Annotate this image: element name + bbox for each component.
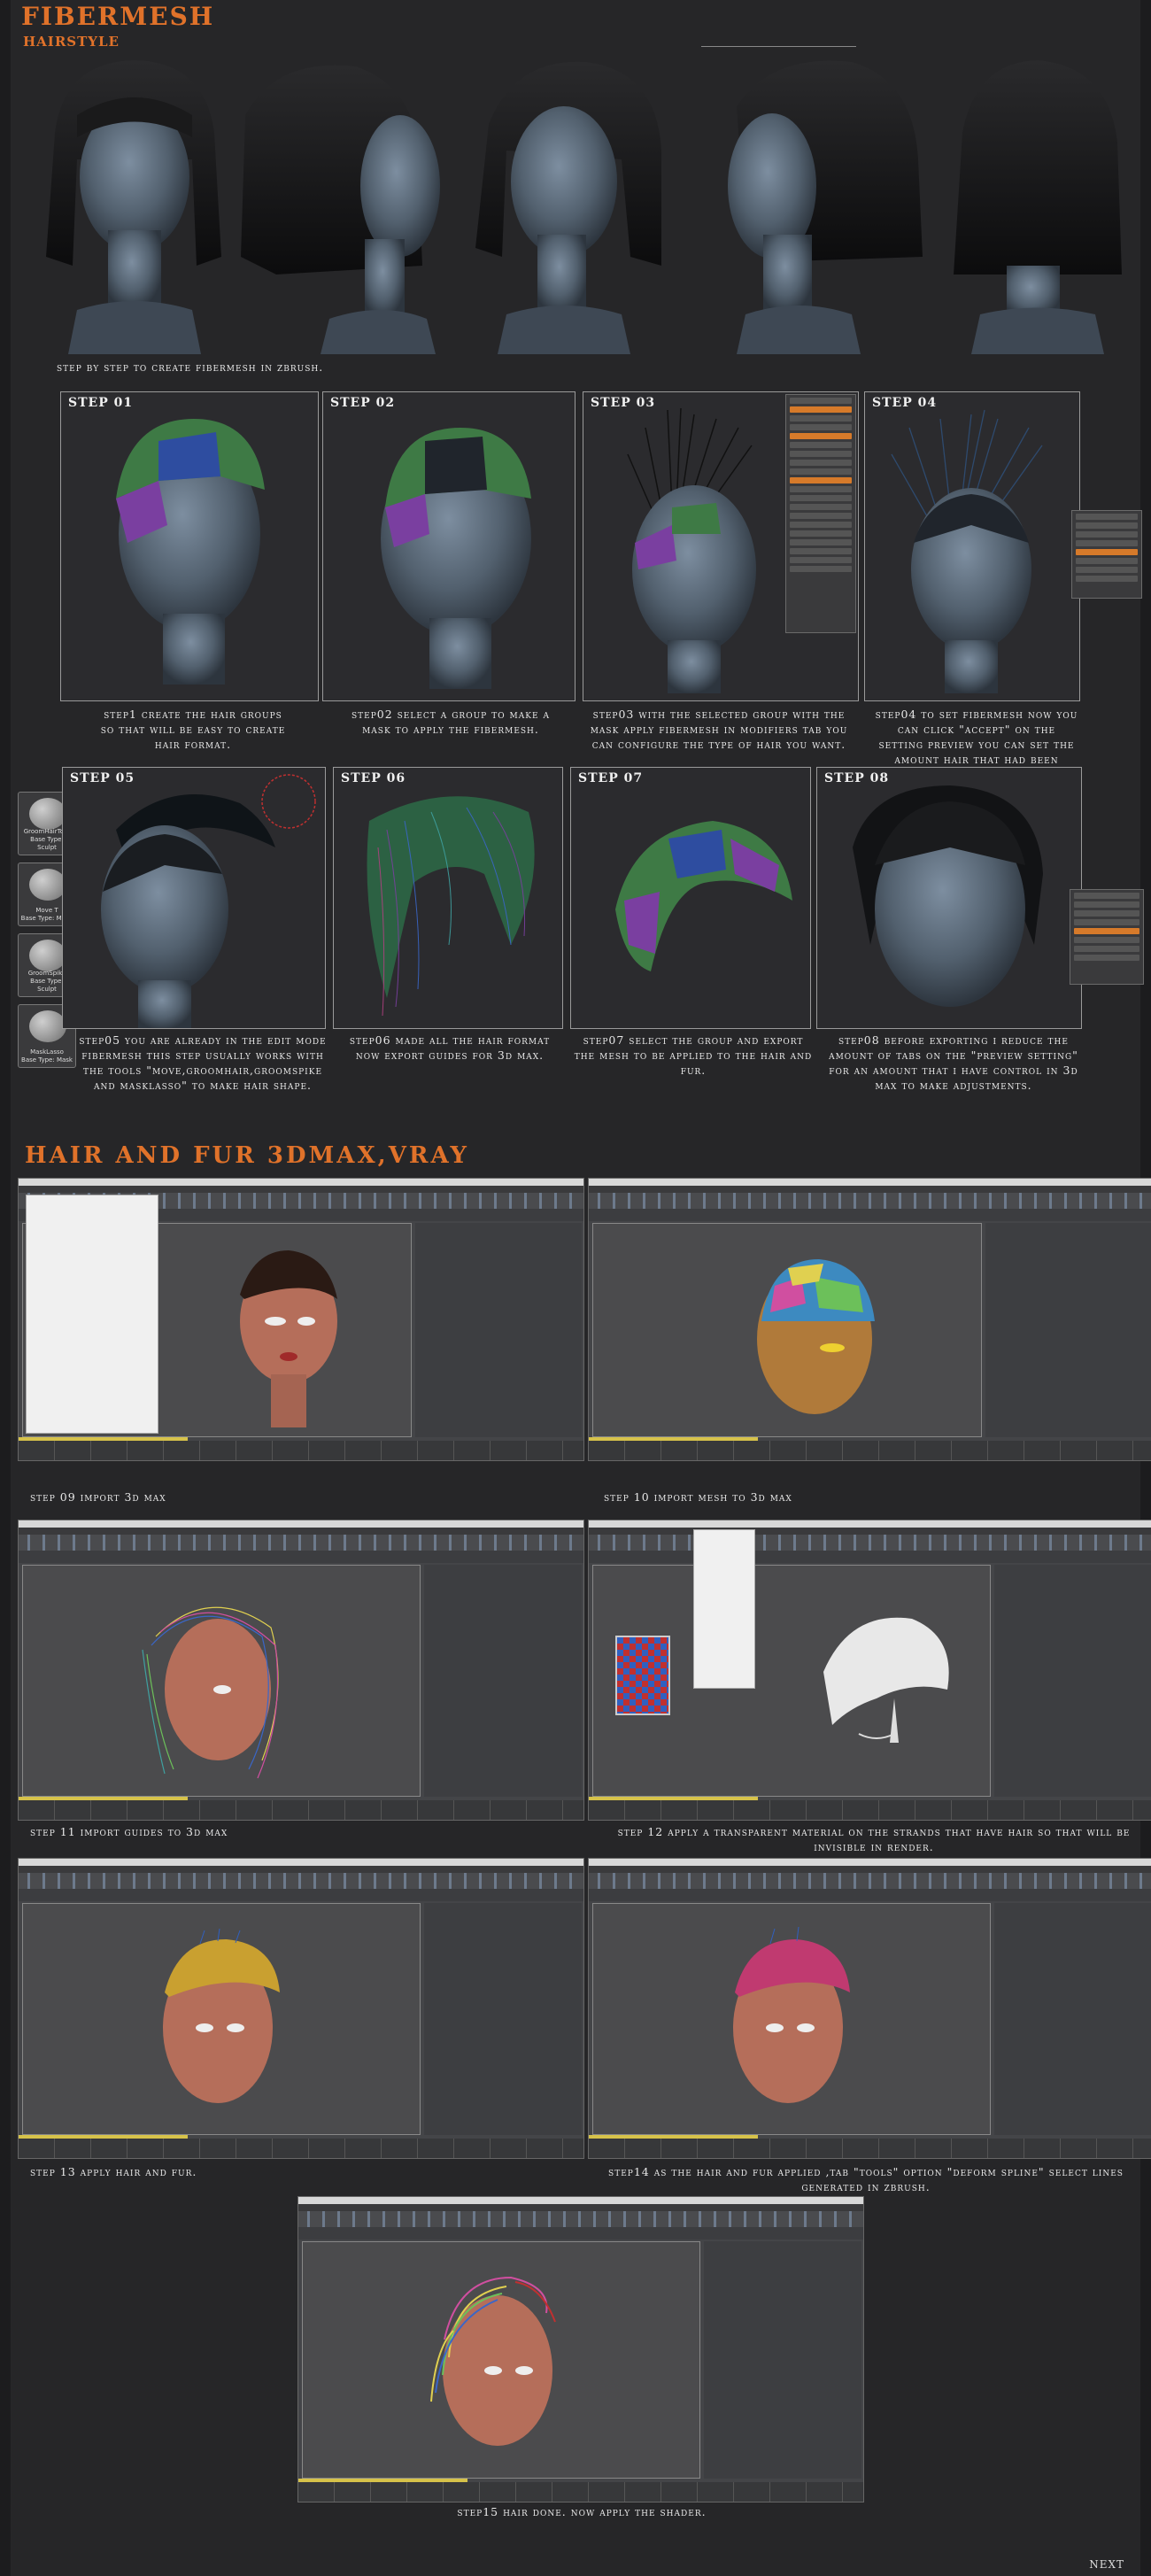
- step-01-panel: STEP 01: [60, 391, 319, 701]
- step-08-panel: STEP 08: [816, 767, 1082, 1029]
- intro-caption: step by step to create fibermesh in zbru…: [57, 360, 324, 374]
- page-title: FIBERMESH: [21, 2, 215, 31]
- mask-lasso-brush-icon: [29, 1010, 66, 1042]
- hero-head-renders: [46, 60, 1122, 354]
- brush-name: MaskLasso: [30, 1048, 64, 1056]
- groom-spike-brush-icon: [29, 940, 66, 971]
- head-three-quarter-render: [475, 61, 661, 354]
- viewport[interactable]: [592, 1223, 982, 1437]
- command-panel[interactable]: [415, 1223, 582, 1437]
- step-09-caption: step 09 import 3d max: [30, 1490, 166, 1504]
- step-15-caption: step15 hair done. now apply the shader.: [457, 2505, 707, 2518]
- hair-mesh-render: [615, 821, 792, 971]
- max-screenshot-11: [18, 1520, 584, 1821]
- brush-type: Base Type: Sculpt: [30, 978, 64, 993]
- material-swatch[interactable]: [615, 1636, 670, 1715]
- step-06-panel: STEP 06: [333, 767, 563, 1029]
- head-mask-render: [381, 428, 531, 689]
- command-panel[interactable]: [994, 1903, 1151, 2135]
- import-dialog[interactable]: [26, 1195, 158, 1434]
- step-14-caption: step14 as the hair and fur applied ,tab …: [608, 2165, 1124, 2193]
- step-10-caption: step 10 import mesh to 3d max: [604, 1490, 792, 1504]
- step-05-panel: STEP 05: [62, 767, 326, 1029]
- export-settings-panel: [1070, 889, 1144, 985]
- move-brush-icon: [29, 869, 66, 901]
- step-04-panel: STEP 04: [864, 391, 1080, 701]
- timeline-bar[interactable]: [19, 2139, 583, 2158]
- timeline-bar[interactable]: [19, 1441, 583, 1460]
- timeline-bar[interactable]: [589, 1800, 1151, 1820]
- head-polygroups-render: [116, 419, 265, 685]
- material-menu[interactable]: [693, 1529, 755, 1689]
- max-screenshot-15: [297, 2196, 864, 2503]
- max-screenshot-12: [588, 1520, 1151, 1821]
- viewport[interactable]: [22, 1903, 421, 2135]
- timeline-bar[interactable]: [589, 2139, 1151, 2158]
- next-link[interactable]: NEXT: [1089, 2558, 1124, 2571]
- viewport[interactable]: [302, 2241, 700, 2479]
- timeline-bar[interactable]: [589, 1441, 1151, 1460]
- command-panel[interactable]: [994, 1565, 1151, 1797]
- head-profile-render: [728, 60, 923, 354]
- step-03-panel: STEP 03: [583, 391, 859, 701]
- head-fibermesh-preview-render: [891, 409, 1043, 693]
- viewport[interactable]: [22, 1565, 421, 1797]
- page-subtitle: HAIRSTYLE: [23, 34, 120, 50]
- command-panel[interactable]: [424, 1565, 582, 1797]
- viewport[interactable]: [592, 1903, 991, 2135]
- timeline-bar[interactable]: [298, 2482, 863, 2502]
- step-11-caption: step 11 import guides to 3d max: [30, 1825, 228, 1838]
- fibermesh-settings-panel: [785, 394, 856, 633]
- preview-settings-panel: [1071, 510, 1142, 599]
- step-07-panel: STEP 07: [570, 767, 811, 1029]
- head-back-render: [954, 60, 1122, 354]
- head-front-render: [46, 60, 221, 354]
- step-08-caption: step08 before exporting i reduce the amo…: [829, 1033, 1078, 1092]
- brush-name: Move T: [35, 907, 58, 914]
- groom-hair-toss-brush-icon: [29, 798, 66, 830]
- step-12-caption: step 12 apply a transparent material on …: [617, 1825, 1131, 1853]
- step-06-caption: step06 made all the hair format now expo…: [349, 1033, 551, 1062]
- step-13-caption: step 13 apply hair and fur.: [30, 2165, 197, 2178]
- command-panel[interactable]: [424, 1903, 582, 2135]
- divider: [701, 46, 856, 47]
- max-screenshot-09: [18, 1178, 584, 1461]
- step-03-caption: step03 with the selected group with the …: [590, 708, 848, 751]
- max-screenshot-10: [588, 1178, 1151, 1461]
- step-01-caption: step1 create the hair groups so that wil…: [100, 708, 286, 751]
- hair-guides-render: [367, 796, 535, 1017]
- head-groom-render: [101, 774, 316, 1028]
- brush-type: Base Type: Mask: [21, 1056, 73, 1064]
- section-title: HAIR AND FUR 3DMAX,VRAY: [25, 1142, 469, 1169]
- step-07-caption: step07 select the group and export the m…: [574, 1033, 813, 1077]
- step-05-caption: step05 you are already in the edit mode …: [79, 1033, 327, 1092]
- brush-type: Base Type: Sculpt: [30, 836, 64, 851]
- head-side-render: [241, 65, 440, 354]
- command-panel[interactable]: [985, 1223, 1151, 1437]
- step-02-caption: step02 select a group to make a mask to …: [351, 708, 551, 736]
- command-panel[interactable]: [704, 2241, 861, 2479]
- max-screenshot-14: [588, 1858, 1151, 2159]
- timeline-bar[interactable]: [19, 1800, 583, 1820]
- page: FIBERMESH HAIRSTYLE step by step to crea…: [11, 0, 1151, 2576]
- step-02-panel: STEP 02: [322, 391, 576, 701]
- head-final-zbrush-render: [853, 785, 1043, 1007]
- brush-name: GroomSpike: [27, 970, 66, 977]
- max-screenshot-13: [18, 1858, 584, 2159]
